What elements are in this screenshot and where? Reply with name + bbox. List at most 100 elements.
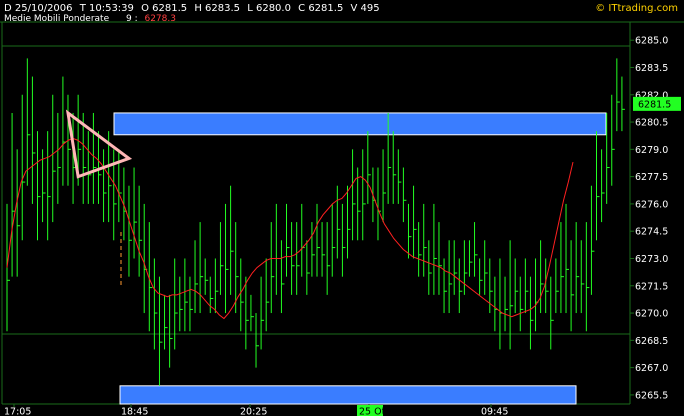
- ohlc-bar: [392, 131, 397, 204]
- ohlc-bar: [123, 167, 127, 241]
- y-tick-label: 6283.5: [635, 63, 668, 74]
- ohlc-bar: [47, 131, 51, 241]
- ohlc-bar: [31, 76, 36, 204]
- ohlc-bar: [138, 185, 143, 277]
- x-tick-label: 18:45: [121, 407, 148, 416]
- ohlc-bar: [606, 112, 610, 204]
- ohlc-bar: [524, 258, 529, 314]
- ohlc-bar: [250, 294, 254, 332]
- ohlc-bar: [179, 276, 183, 332]
- ohlc-bar: [402, 167, 407, 223]
- ohlc-bar: [255, 313, 260, 368]
- ohlc-bar: [174, 258, 178, 350]
- ohlc-bar: [194, 240, 199, 314]
- ohlc-bar: [265, 258, 270, 332]
- ohlc-bar: [352, 149, 356, 241]
- ohlc-bar: [580, 240, 585, 314]
- ohlc-bar: [550, 276, 554, 350]
- ohlc-bar: [16, 149, 21, 277]
- ohlc-bar: [590, 185, 595, 295]
- ohlc-bar: [443, 258, 448, 314]
- ohlc-bar: [204, 258, 209, 295]
- ohlc-bar: [362, 149, 366, 241]
- ohlc-bar: [52, 94, 56, 223]
- y-tick-label: 6280.5: [635, 118, 668, 129]
- ohlc-bar: [270, 222, 275, 314]
- ohlc-bar: [225, 203, 229, 314]
- ohlc-bar: [585, 222, 590, 332]
- ohlc-bar: [438, 222, 442, 295]
- ohlc-bar: [509, 240, 514, 350]
- ohlc-bar: [458, 258, 463, 314]
- ohlc-bar: [570, 240, 575, 332]
- ohlc-bar: [341, 203, 346, 277]
- ohlc-bar: [382, 149, 387, 223]
- ohlc-bar: [504, 276, 509, 332]
- ohlc-bar: [413, 185, 417, 259]
- ohlc-bar: [158, 276, 163, 386]
- ohlc-bar: [11, 112, 16, 277]
- ohlc-bar: [621, 76, 625, 132]
- ohlc-bar: [519, 276, 524, 332]
- ohlc-bar: [433, 203, 437, 295]
- y-tick-label: 6271.5: [635, 281, 668, 292]
- ohlc-bar: [103, 149, 107, 223]
- ohlc-bar: [286, 203, 290, 277]
- ohlc-bar: [245, 276, 249, 350]
- price-chart[interactable]: 6285.06283.56282.06280.56279.06277.56276…: [0, 0, 684, 416]
- ohlc-bar: [494, 276, 498, 332]
- ohlc-bar: [346, 185, 351, 259]
- ohlc-bar: [153, 258, 158, 350]
- support-zone: [119, 385, 577, 405]
- x-tick-label: 17:05: [4, 407, 31, 416]
- y-tick-label: 6285.0: [635, 36, 668, 47]
- ohlc-bar: [57, 112, 61, 204]
- ohlc-bar: [260, 276, 265, 350]
- ohlc-bar: [367, 131, 371, 204]
- ohlc-bar: [143, 203, 148, 314]
- ohlc-bar: [616, 58, 620, 132]
- ohlc-bar: [301, 203, 305, 277]
- ohlc-bar: [306, 240, 310, 295]
- ohlc-bar: [164, 294, 168, 350]
- ohlc-bar: [601, 149, 605, 223]
- ohlc-bar: [21, 94, 26, 241]
- ohlc-bar: [468, 240, 473, 277]
- ohlc-bar: [463, 240, 468, 295]
- ohlc-bar: [62, 76, 66, 186]
- y-tick-label: 6279.0: [635, 145, 668, 156]
- ohlc-bar: [42, 149, 46, 223]
- ohlc-bar: [529, 276, 534, 350]
- ohlc-bar: [540, 240, 544, 314]
- ohlc-bar: [565, 203, 570, 314]
- ohlc-bar: [321, 222, 326, 277]
- chart-window: D 25/10/2006 T 10:53:39 O 6281.5 H 6283.…: [0, 0, 684, 416]
- y-tick-label: 6270.0: [635, 309, 668, 320]
- ohlc-bar: [575, 222, 580, 314]
- ohlc-bar: [189, 276, 193, 332]
- ohlc-bar: [36, 131, 41, 241]
- ohlc-bar: [336, 185, 341, 259]
- ohlc-bar: [128, 185, 132, 277]
- ohlc-bar: [545, 258, 549, 314]
- ohlc-bar: [169, 294, 173, 368]
- ohlc-bar: [423, 203, 427, 277]
- ohlc-bar: [316, 203, 320, 277]
- y-tick-label: 6277.5: [635, 172, 668, 183]
- ohlc-bar: [275, 203, 280, 295]
- ohlc-bar: [296, 222, 300, 295]
- ohlc-bar: [219, 222, 224, 295]
- ohlc-bar: [479, 258, 483, 295]
- ohlc-bar: [357, 167, 361, 241]
- ohlc-bar: [448, 240, 453, 314]
- ohlc-bar: [397, 149, 402, 204]
- ohlc-bar: [555, 258, 559, 314]
- ohlc-bar: [184, 258, 188, 332]
- y-tick-label: 6273.0: [635, 254, 668, 265]
- x-tick-label: 09:45: [481, 407, 508, 416]
- ohlc-bar: [26, 58, 31, 186]
- ohlc-bar: [280, 240, 285, 314]
- ohlc-bar: [484, 240, 488, 295]
- y-tick-label: 6274.5: [635, 227, 668, 238]
- y-tick-label: 6267.0: [635, 363, 668, 374]
